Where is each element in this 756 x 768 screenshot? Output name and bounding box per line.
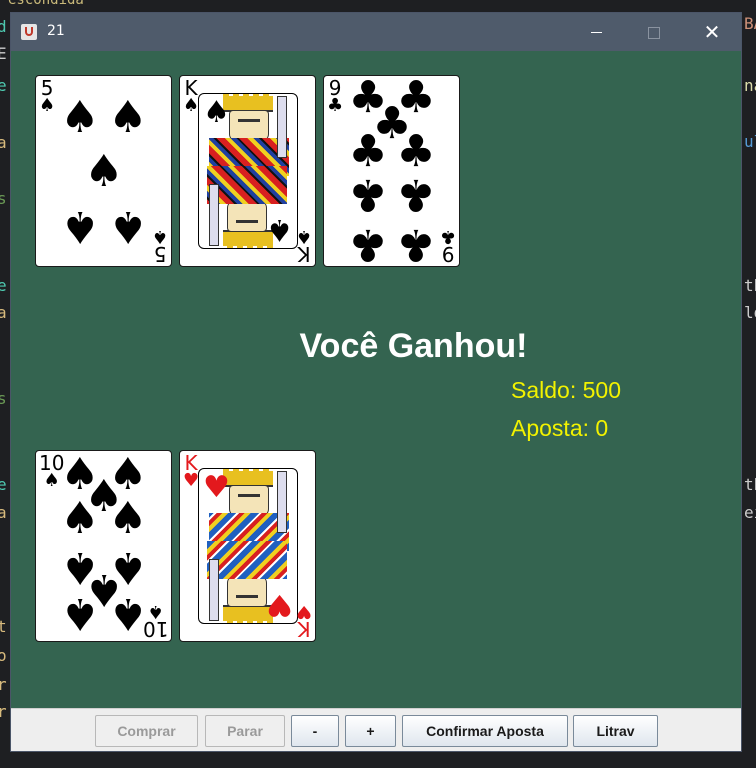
player-card-king-hearts: K ♥ ♥ ♥ K ♥: [179, 450, 316, 642]
card-corner-bottom: K ♥: [295, 601, 312, 641]
aposta-label: Aposta: 0: [511, 415, 609, 441]
saldo-label: Saldo: 500: [511, 377, 621, 403]
spade-pip: ♠: [84, 146, 124, 197]
maximize-button[interactable]: [625, 13, 683, 51]
card-corner-bottom: 9 ♣: [439, 226, 456, 266]
club-pip: ♣: [348, 169, 388, 220]
background-code-right-edge: BA na ul th ld th ei: [744, 14, 756, 522]
action-toolbar: Comprar Parar - + Confirmar Aposta Litra…: [11, 708, 741, 751]
club-pip: ♣: [396, 126, 436, 177]
club-pip: ♣: [396, 219, 436, 267]
spade-pip: ♠: [108, 201, 148, 252]
king-face-artwork: ♥ ♥: [198, 468, 298, 624]
spade-pip: ♠: [60, 201, 100, 252]
spade-pip: ♠: [60, 92, 100, 143]
minimize-button[interactable]: [567, 13, 625, 51]
spade-pip: ♠: [60, 493, 100, 544]
card-corner-top: 5 ♠: [39, 76, 56, 116]
window-title: 21: [47, 23, 65, 39]
confirmar-aposta-button[interactable]: Confirmar Aposta: [402, 715, 568, 747]
spade-pip: ♠: [108, 493, 148, 544]
club-pip: ♣: [348, 126, 388, 177]
minimize-icon: [590, 32, 602, 33]
decrease-bet-button[interactable]: -: [291, 715, 339, 747]
dealer-card-king-spades: K ♠ ♠ ♠ K ♠: [179, 75, 316, 267]
background-code-left-gutter: d E e a s e a s e a t o r r: [0, 17, 7, 721]
java-app-icon: [21, 24, 37, 40]
game-window: 21 ✕ 5 ♠ ♠ ♠ ♠ ♠ ♠ 5 ♠ K ♠ ♠ ♠ K ♠ 9 ♣ ♣…: [10, 12, 742, 752]
player-card-10-spades: 10 ♠ ♠ ♠ ♠ ♠ ♠ ♠ ♠ ♠ ♠ ♠ 10 ♠: [35, 450, 172, 642]
parar-button[interactable]: Parar: [205, 715, 285, 747]
close-button[interactable]: ✕: [683, 13, 741, 51]
maximize-icon: [648, 26, 660, 39]
window-titlebar[interactable]: 21 ✕: [11, 13, 741, 51]
comprar-button[interactable]: Comprar: [95, 715, 198, 747]
card-corner-bottom: 10 ♠: [142, 601, 168, 641]
king-face-artwork: ♠ ♠: [198, 93, 298, 249]
background-code-text: escondida: [8, 0, 84, 8]
increase-bet-button[interactable]: +: [345, 715, 396, 747]
club-pip: ♣: [396, 169, 436, 220]
litrav-button[interactable]: Litrav: [573, 715, 658, 747]
dealer-card-5-spades: 5 ♠ ♠ ♠ ♠ ♠ ♠ 5 ♠: [35, 75, 172, 267]
card-corner-bottom: 5 ♠: [151, 226, 168, 266]
card-corner-bottom: K ♠: [295, 226, 312, 266]
dealer-card-9-clubs: 9 ♣ ♣ ♣ ♣ ♣ ♣ ♣ ♣ ♣ ♣ 9 ♣: [323, 75, 460, 267]
card-corner-top: K ♠: [183, 76, 200, 116]
result-message: Você Ganhou!: [299, 327, 528, 365]
spade-pip: ♠: [60, 588, 100, 639]
card-corner-top: K ♥: [183, 451, 200, 491]
close-icon: ✕: [703, 20, 721, 44]
club-pip: ♣: [348, 219, 388, 267]
spade-pip: ♠: [108, 92, 148, 143]
card-corner-top: 9 ♣: [327, 76, 344, 116]
